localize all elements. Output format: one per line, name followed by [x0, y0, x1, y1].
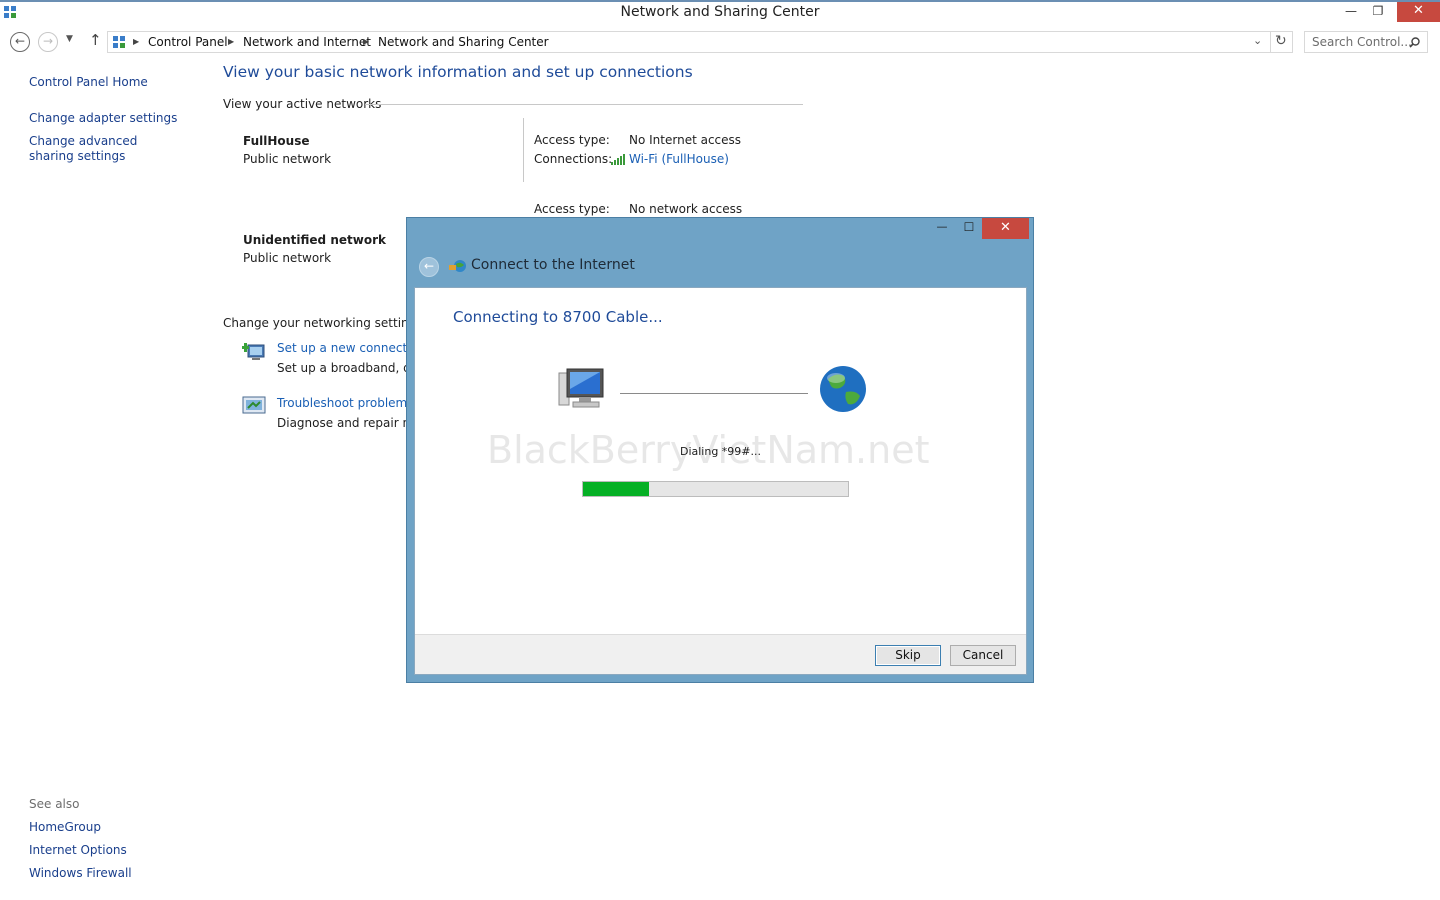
- restore-button[interactable]: ❐: [1364, 2, 1392, 22]
- cancel-button[interactable]: Cancel: [950, 645, 1016, 666]
- control-panel-home-link[interactable]: Control Panel Home: [29, 75, 148, 90]
- skip-button[interactable]: Skip: [875, 645, 941, 666]
- dialog-back-button[interactable]: ←: [419, 257, 439, 277]
- window-title-bar: Network and Sharing Center — ❐ ✕: [0, 0, 1440, 23]
- control-panel-icon: [113, 36, 125, 48]
- change-adapter-settings-link[interactable]: Change adapter settings: [29, 111, 177, 126]
- change-advanced-sharing-link[interactable]: Change advanced sharing settings: [29, 134, 179, 164]
- up-button[interactable]: ↑: [89, 31, 102, 49]
- connecting-heading: Connecting to 8700 Cable...: [453, 308, 663, 326]
- dialog-minimize-button[interactable]: —: [935, 220, 949, 233]
- minimize-button[interactable]: —: [1337, 2, 1365, 22]
- back-button[interactable]: ←: [10, 32, 30, 52]
- search-placeholder: Search Control...: [1312, 35, 1412, 49]
- refresh-icon[interactable]: ↻: [1275, 33, 1287, 49]
- progress-fill: [583, 482, 649, 496]
- search-input[interactable]: Search Control...: [1304, 31, 1428, 53]
- breadcrumb-separator-icon[interactable]: ▶: [363, 37, 369, 46]
- troubleshoot-icon: [242, 396, 266, 414]
- search-icon[interactable]: [1409, 37, 1420, 48]
- breadcrumb-control-panel[interactable]: Control Panel: [148, 35, 228, 49]
- network-divider: [523, 118, 524, 182]
- connection-progress-bar: [582, 481, 849, 497]
- connect-internet-icon: [449, 260, 466, 272]
- globe-icon: [820, 366, 866, 412]
- active-networks-heading: View your active networks: [223, 97, 382, 111]
- dialing-status: Dialing *99#...: [679, 445, 762, 458]
- networking-settings-heading: Change your networking settings: [223, 316, 423, 330]
- forward-button[interactable]: →: [38, 32, 58, 52]
- breadcrumb-separator-icon[interactable]: ▶: [228, 37, 234, 46]
- navigation-bar: ← → ▼ ↑ ▶ Control Panel ▶ Network and In…: [0, 23, 1440, 59]
- connections-label: Connections:: [534, 152, 613, 166]
- section-divider: [365, 104, 803, 105]
- dialog-footer: Skip Cancel: [415, 634, 1026, 674]
- address-divider: [1270, 32, 1271, 52]
- network-name: Unidentified network: [243, 233, 386, 247]
- breadcrumb-separator-icon[interactable]: ▶: [133, 37, 139, 46]
- close-button[interactable]: ✕: [1397, 2, 1440, 22]
- dialog-content: Connecting to 8700 Cable... BlackBerryVi…: [414, 287, 1027, 675]
- computer-icon: [558, 368, 604, 408]
- new-connection-icon: [242, 343, 265, 360]
- network-category: Public network: [243, 251, 332, 265]
- breadcrumb-network-sharing-center[interactable]: Network and Sharing Center: [378, 35, 549, 49]
- address-bar[interactable]: ▶ Control Panel ▶ Network and Internet ▶…: [107, 31, 1293, 53]
- homegroup-link[interactable]: HomeGroup: [29, 820, 101, 835]
- setup-new-connection-link[interactable]: Set up a new connection: [277, 341, 425, 355]
- window-title: Network and Sharing Center: [620, 4, 820, 20]
- access-type-label: Access type:: [534, 133, 610, 147]
- address-dropdown-icon[interactable]: ⌄: [1253, 34, 1262, 47]
- access-type-value: No network access: [629, 202, 743, 216]
- wifi-connection-link[interactable]: Wi-Fi (FullHouse): [629, 152, 729, 166]
- windows-firewall-link[interactable]: Windows Firewall: [29, 866, 132, 881]
- recent-locations-dropdown[interactable]: ▼: [66, 34, 73, 44]
- breadcrumb-network-and-internet[interactable]: Network and Internet: [243, 35, 371, 49]
- dialog-title: Connect to the Internet: [471, 257, 635, 273]
- page-title: View your basic network information and …: [223, 63, 693, 81]
- network-category: Public network: [243, 152, 332, 166]
- dialog-close-button[interactable]: ✕: [982, 218, 1029, 239]
- dialog-maximize-button[interactable]: ☐: [962, 220, 976, 234]
- connection-line: [620, 393, 808, 394]
- see-also-label: See also: [29, 797, 80, 811]
- setup-new-connection-desc: Set up a broadband, dial: [277, 361, 425, 375]
- access-type-value: No Internet access: [629, 133, 742, 147]
- internet-options-link[interactable]: Internet Options: [29, 843, 127, 858]
- access-type-label: Access type:: [534, 202, 610, 216]
- wifi-signal-icon: [611, 154, 625, 165]
- troubleshoot-problems-link[interactable]: Troubleshoot problems: [277, 396, 413, 410]
- connect-to-internet-dialog: — ☐ ✕ ← Connect to the Internet Connecti…: [406, 217, 1034, 683]
- network-name: FullHouse: [243, 134, 310, 148]
